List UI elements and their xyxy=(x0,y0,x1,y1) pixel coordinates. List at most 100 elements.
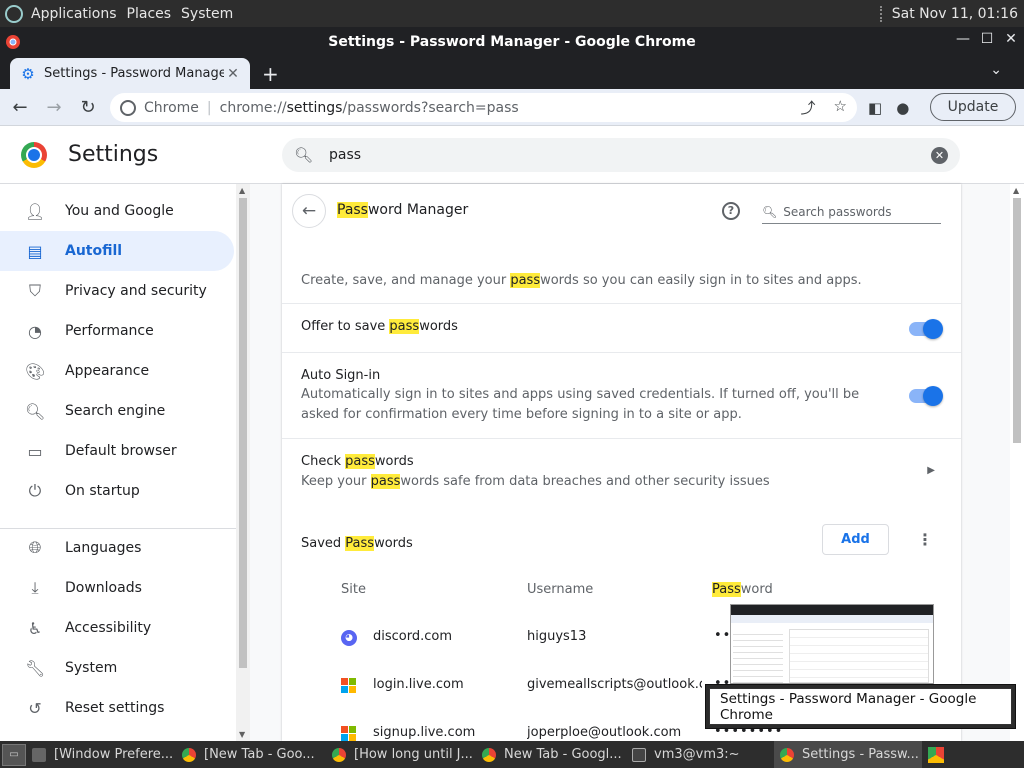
main-scrollbar[interactable]: ▲ xyxy=(1010,184,1024,741)
forward-icon[interactable]: → xyxy=(40,97,68,118)
microsoft-icon xyxy=(341,726,357,741)
auto-signin-toggle[interactable] xyxy=(909,386,943,406)
offer-save-row[interactable]: Offer to save passwords xyxy=(282,303,961,352)
taskbar-task[interactable]: New Tab - Googl... xyxy=(476,741,626,768)
update-button[interactable]: Update xyxy=(930,93,1016,121)
add-password-button[interactable]: Add xyxy=(822,524,889,555)
minimize-icon[interactable]: — xyxy=(956,31,970,47)
sidebar-item-on-startup[interactable]: ⏻ On startup xyxy=(0,471,234,511)
help-icon[interactable]: ? xyxy=(722,202,740,220)
top-panel: Applications Places System Sat Nov 11, 0… xyxy=(0,0,1024,27)
gear-icon: ⚙ xyxy=(21,64,35,83)
window-titlebar: Settings - Password Manager - Google Chr… xyxy=(0,27,1024,56)
tab-close-icon[interactable]: ✕ xyxy=(224,66,242,82)
share-icon[interactable]: ⤴ xyxy=(801,97,816,118)
tab-search-chevron-icon[interactable]: ⌄ xyxy=(990,62,1002,78)
site-info-icon[interactable] xyxy=(120,99,136,116)
window-thumbnail-preview[interactable] xyxy=(730,604,934,684)
search-passwords-input[interactable]: 🔍︎ Search passwords xyxy=(762,200,941,224)
saved-passwords-heading: Saved Passwords xyxy=(301,536,413,551)
sidebar-scroll-thumb[interactable] xyxy=(239,198,247,668)
show-desktop-icon[interactable]: ▭ xyxy=(2,743,26,766)
shield-icon: ⛉ xyxy=(28,281,41,300)
back-icon[interactable]: ← xyxy=(6,97,34,118)
page-title: Settings xyxy=(68,142,159,167)
url-text[interactable]: chrome://settings/passwords?search=pass xyxy=(220,100,519,116)
tab-strip: ⚙ Settings - Password Manager ✕ + ⌄ xyxy=(0,56,1024,89)
settings-search-input[interactable]: 🔍︎ pass ✕ xyxy=(282,138,960,172)
chrome-icon xyxy=(332,747,346,762)
taskbar-task[interactable]: [Window Prefere... xyxy=(26,741,176,768)
offer-save-toggle[interactable] xyxy=(909,319,943,339)
sidebar-item-autofill[interactable]: ▤ Autofill xyxy=(0,231,234,271)
column-password: Password xyxy=(712,582,773,597)
back-arrow-icon[interactable]: ← xyxy=(292,194,326,228)
window-title: Settings - Password Manager - Google Chr… xyxy=(328,33,696,50)
sidebar-scrollbar[interactable]: ▲ ▼ xyxy=(236,184,250,741)
clock[interactable]: Sat Nov 11, 01:16 xyxy=(892,6,1018,22)
check-passwords-row[interactable]: Check passwords Keep your passwords safe… xyxy=(282,438,961,504)
distro-logo-icon[interactable] xyxy=(5,4,23,23)
chrome-icon[interactable] xyxy=(928,746,944,763)
settings-header: Settings 🔍︎ pass ✕ xyxy=(0,126,1024,184)
side-panel-icon[interactable]: ◧ xyxy=(868,99,882,117)
palette-icon: 🎨︎ xyxy=(25,361,46,381)
new-tab-button[interactable]: + xyxy=(262,62,279,86)
address-chip: Chrome xyxy=(144,99,199,116)
sidebar-item-reset-settings[interactable]: ↺ Reset settings xyxy=(0,688,234,728)
bookmark-star-icon[interactable]: ☆ xyxy=(834,97,847,118)
panel-handle[interactable] xyxy=(879,5,884,22)
close-icon[interactable]: ✕ xyxy=(1004,31,1018,47)
taskbar-task[interactable]: [New Tab - Goo... xyxy=(176,741,326,768)
sidebar-item-accessibility[interactable]: ♿︎ Accessibility xyxy=(0,608,234,648)
clear-search-icon[interactable]: ✕ xyxy=(931,146,948,164)
sidebar-item-you-and-google[interactable]: 👤︎ You and Google xyxy=(0,191,234,231)
sidebar-item-privacy[interactable]: ⛉ Privacy and security xyxy=(0,271,234,311)
system-menu[interactable]: System xyxy=(181,6,233,22)
more-options-icon[interactable]: ⋮ xyxy=(917,530,933,549)
sidebar-item-system[interactable]: 🔧︎ System xyxy=(0,648,234,688)
clipboard-icon: ▤ xyxy=(27,241,43,261)
auto-signin-row[interactable]: Auto Sign-in Automatically sign in to si… xyxy=(282,352,961,438)
download-icon: ⤓ xyxy=(31,578,39,597)
wrench-icon: 🔧︎ xyxy=(25,658,46,678)
taskbar-task[interactable]: [How long until J... xyxy=(326,741,476,768)
terminal-icon xyxy=(632,747,646,762)
column-username: Username xyxy=(527,582,594,597)
power-icon: ⏻ xyxy=(28,481,42,500)
address-bar[interactable]: Chrome | chrome://settings/passwords?sea… xyxy=(110,93,857,122)
sidebar-item-default-browser[interactable]: ▭ Default browser xyxy=(0,431,234,471)
chrome-icon xyxy=(482,747,496,762)
chevron-right-icon[interactable]: ▶ xyxy=(927,465,935,476)
places-menu[interactable]: Places xyxy=(127,6,172,22)
history-icon: ↺ xyxy=(28,698,42,718)
sidebar-item-search-engine[interactable]: 🔍︎ Search engine xyxy=(0,391,234,431)
sidebar-item-performance[interactable]: ◔ Performance xyxy=(0,311,234,351)
search-icon: 🔍︎ xyxy=(762,204,778,219)
browser-toolbar: ← → ↻ Chrome | chrome://settings/passwor… xyxy=(0,89,1024,126)
taskbar-task[interactable]: vm3@vm3:~ xyxy=(626,741,774,768)
search-query[interactable]: pass xyxy=(329,147,361,163)
speedometer-icon: ◔ xyxy=(28,321,42,341)
main-scroll-thumb[interactable] xyxy=(1013,198,1021,443)
person-icon: 👤︎ xyxy=(25,201,46,221)
settings-sidebar: 👤︎ You and Google ▤ Autofill ⛉ Privacy and … xyxy=(0,184,236,741)
sidebar-item-appearance[interactable]: 🎨︎ Appearance xyxy=(0,351,234,391)
sidebar-item-languages[interactable]: 🌐︎ Languages xyxy=(0,528,234,568)
offer-save-label: Offer to save passwords xyxy=(301,319,458,334)
check-passwords-desc: Keep your passwords safe from data breac… xyxy=(301,474,770,489)
window-tooltip: Settings - Password Manager - Google Chr… xyxy=(705,684,1016,729)
accessibility-icon: ♿︎ xyxy=(27,618,43,638)
auto-signin-title: Auto Sign-in xyxy=(301,368,381,383)
sidebar-item-downloads[interactable]: ⤓ Downloads xyxy=(0,568,234,608)
applications-menu[interactable]: Applications xyxy=(31,6,117,22)
tab-settings[interactable]: ⚙ Settings - Password Manager ✕ xyxy=(10,58,250,89)
reload-icon[interactable]: ↻ xyxy=(74,97,102,118)
maximize-icon[interactable]: ☐ xyxy=(980,31,994,47)
profile-icon[interactable]: ● xyxy=(896,99,909,117)
column-site: Site xyxy=(341,582,366,597)
taskbar-task-active[interactable]: Settings - Passw... xyxy=(774,741,922,768)
intro-text: Create, save, and manage your passwords … xyxy=(301,273,862,288)
discord-icon: ◕ xyxy=(341,630,357,646)
bottom-taskbar: ▭ [Window Prefere... [New Tab - Goo... [… xyxy=(0,741,1024,768)
